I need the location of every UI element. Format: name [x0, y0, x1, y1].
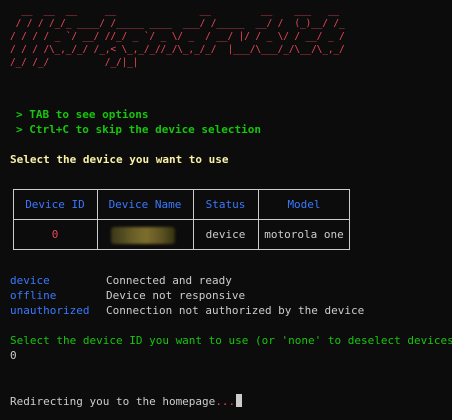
redirect-message: Redirecting you to the homepage: [10, 395, 216, 408]
select-device-prompt: Select the device you want to use: [10, 153, 229, 166]
device-status-cell: device: [205, 228, 246, 241]
redacted-device-name: [111, 227, 175, 244]
ascii-art-banner: __ __ __ __ __ __ ___ __ / / / /_/_ ____…: [10, 5, 345, 68]
device-table-header-divider: [13, 219, 350, 220]
legend-key-device: device: [10, 274, 50, 287]
redirect-dots: ...: [215, 395, 236, 408]
redirect-line: Redirecting you to the homepage...: [10, 394, 243, 408]
hint-tab-options: > TAB to see options: [16, 108, 149, 121]
legend-desc-unauthorized: Connection not authorized by the device: [106, 304, 365, 317]
device-model-cell: motorola one: [264, 228, 344, 241]
column-header-device-id: Device ID: [25, 198, 85, 211]
column-header-model: Model: [287, 198, 321, 211]
legend-key-unauthorized: unauthorized: [10, 304, 90, 317]
column-header-status: Status: [205, 198, 246, 211]
legend-desc-offline: Device not responsive: [106, 289, 246, 302]
device-id-cell: 0: [51, 228, 59, 241]
terminal-cursor[interactable]: [236, 394, 243, 407]
legend-key-offline: offline: [10, 289, 57, 302]
device-id-answer: 0: [10, 349, 17, 362]
device-table: Device ID Device Name Status Model 0 dev…: [13, 189, 350, 250]
column-header-device-name: Device Name: [108, 198, 182, 211]
device-id-question: Select the device ID you want to use (or…: [10, 334, 452, 347]
hint-ctrl-c-skip: > Ctrl+C to skip the device selection: [16, 123, 262, 136]
legend-desc-device: Connected and ready: [106, 274, 232, 287]
